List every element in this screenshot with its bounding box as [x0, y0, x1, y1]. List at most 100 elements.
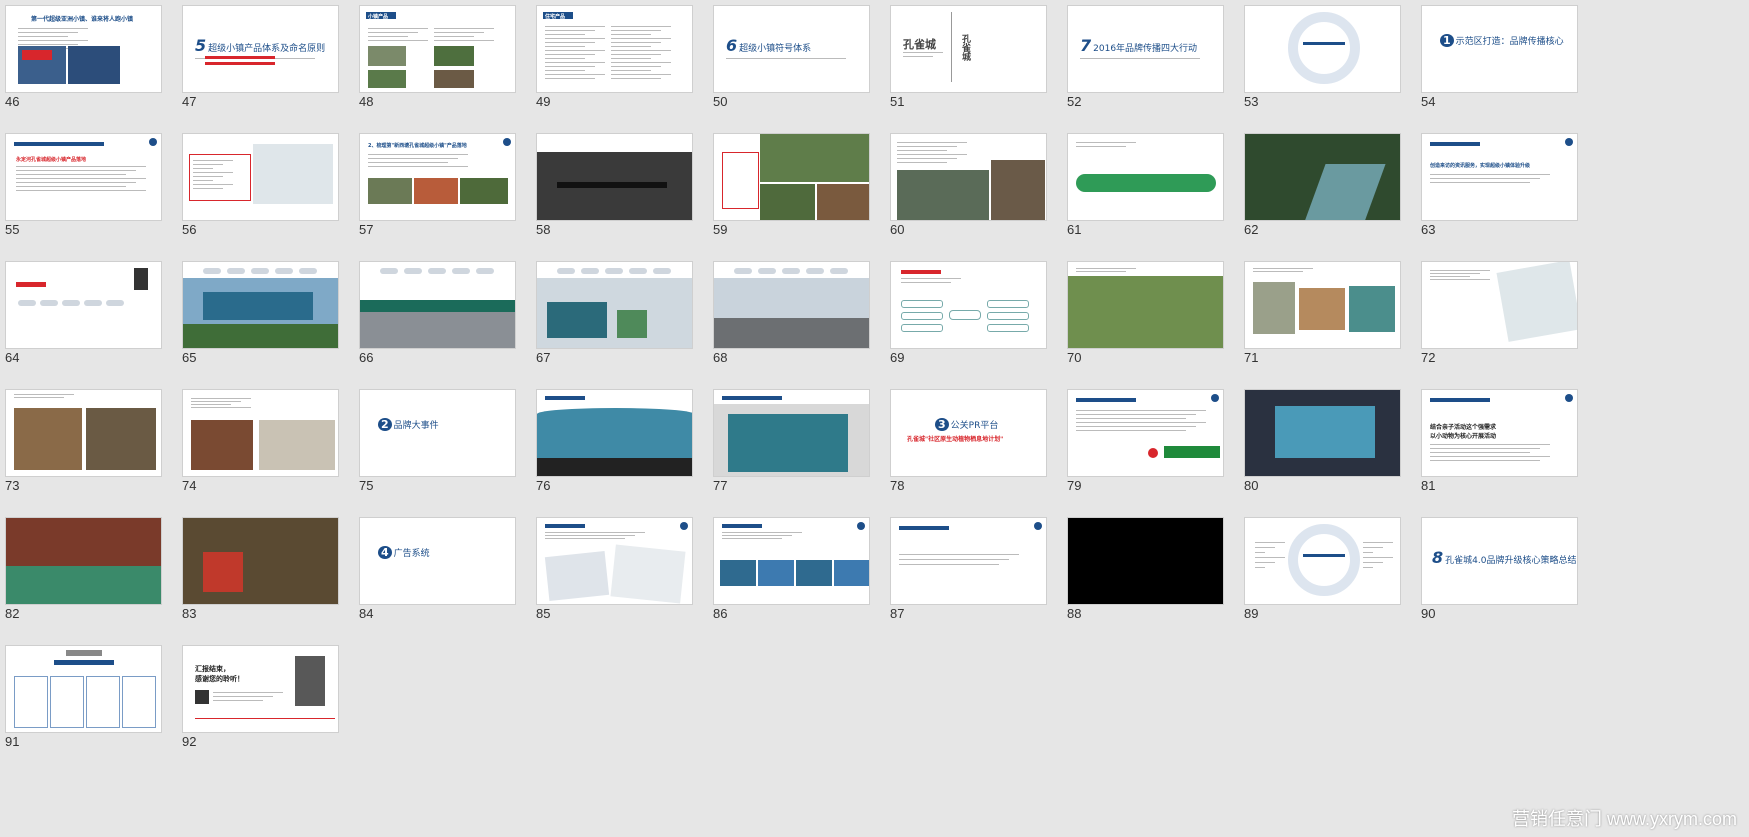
slide-cell[interactable]: 68: [708, 256, 873, 366]
slide-number: 89: [1244, 606, 1259, 621]
slide-thumbnail[interactable]: 6 超级小镇符号体系: [713, 5, 870, 93]
slide-thumbnail[interactable]: [1244, 517, 1401, 605]
slide-cell[interactable]: 58: [531, 128, 696, 238]
slide-cell[interactable]: 永定河孔雀城超级小镇产品落地 55: [0, 128, 165, 238]
slide-thumbnail[interactable]: [890, 261, 1047, 349]
slide-thumbnail[interactable]: [359, 261, 516, 349]
slide-thumbnail[interactable]: 第一代超级亚洲小镇、谁来将人跑小镇: [5, 5, 162, 93]
slide-cell[interactable]: 86: [708, 512, 873, 622]
slide-thumbnail[interactable]: [890, 133, 1047, 221]
slide-cell[interactable]: 80: [1239, 384, 1404, 494]
slide-cell[interactable]: 82: [0, 512, 165, 622]
slide-thumbnail[interactable]: [890, 517, 1047, 605]
slide-cell[interactable]: 汇报结束， 感谢您的聆听！ 92: [177, 640, 342, 750]
slide-thumbnail[interactable]: 创造来访的资讯服务，实现超级小镇体验升级: [1421, 133, 1578, 221]
slide-cell[interactable]: 61: [1062, 128, 1227, 238]
slide-thumbnail[interactable]: 汇报结束， 感谢您的聆听！: [182, 645, 339, 733]
slide-cell[interactable]: 91: [0, 640, 165, 750]
slide-thumbnail[interactable]: [1244, 133, 1401, 221]
slide-thumbnail[interactable]: [5, 261, 162, 349]
slide-thumbnail[interactable]: 8 孔雀城4.0品牌升级核心策略总结: [1421, 517, 1578, 605]
slide-cell[interactable]: 62: [1239, 128, 1404, 238]
slide-thumbnail[interactable]: [536, 133, 693, 221]
text-line: [545, 62, 605, 63]
slide-cell[interactable]: 88: [1062, 512, 1227, 622]
slide-cell[interactable]: 住宅产品 49: [531, 0, 696, 110]
slide-cell[interactable]: 6 超级小镇符号体系 50: [708, 0, 873, 110]
slide-cell[interactable]: 70: [1062, 256, 1227, 366]
slide-cell[interactable]: 71: [1239, 256, 1404, 366]
slide-cell[interactable]: 67: [531, 256, 696, 366]
slide-thumbnail[interactable]: 7 2016年品牌传播四大行动: [1067, 5, 1224, 93]
slide-thumbnail[interactable]: 结合亲子活动这个强需求 以小动物为核心开展活动: [1421, 389, 1578, 477]
slide-thumbnail[interactable]: [182, 261, 339, 349]
slide-thumbnail[interactable]: 2 品牌大事件: [359, 389, 516, 477]
slide-thumbnail[interactable]: [713, 261, 870, 349]
slide-thumbnail[interactable]: 3 公关PR平台 孔雀城"社区原生动植物栖息地计划": [890, 389, 1047, 477]
slide-cell[interactable]: 4 广告系统 84: [354, 512, 519, 622]
slide-cell[interactable]: 66: [354, 256, 519, 366]
slide-thumbnail[interactable]: [1067, 133, 1224, 221]
slide-cell[interactable]: 第一代超级亚洲小镇、谁来将人跑小镇 46: [0, 0, 165, 110]
slide-cell[interactable]: 76: [531, 384, 696, 494]
slide-cell[interactable]: 85: [531, 512, 696, 622]
slide-thumbnail[interactable]: [182, 517, 339, 605]
slide-cell[interactable]: 77: [708, 384, 873, 494]
crowd: [6, 566, 161, 604]
slide-cell[interactable]: 72: [1416, 256, 1581, 366]
slide-thumbnail[interactable]: [5, 517, 162, 605]
slide-cell[interactable]: 89: [1239, 512, 1404, 622]
text-line: [722, 538, 782, 539]
slide-thumbnail[interactable]: 孔雀城 孔雀城: [890, 5, 1047, 93]
slide-cell[interactable]: 3 公关PR平台 孔雀城"社区原生动植物栖息地计划" 78: [885, 384, 1050, 494]
slide-cell[interactable]: 53: [1239, 0, 1404, 110]
slide-thumbnail[interactable]: [1421, 261, 1578, 349]
slide-cell[interactable]: 7 2016年品牌传播四大行动 52: [1062, 0, 1227, 110]
slide-cell[interactable]: 创造来访的资讯服务，实现超级小镇体验升级 63: [1416, 128, 1581, 238]
slide-thumbnail[interactable]: [536, 389, 693, 477]
slide-cell[interactable]: 小镇产品 48: [354, 0, 519, 110]
slide-cell[interactable]: 8 孔雀城4.0品牌升级核心策略总结 90: [1416, 512, 1581, 622]
slide-thumbnail[interactable]: 4 广告系统: [359, 517, 516, 605]
slide-thumbnail[interactable]: 小镇产品: [359, 5, 516, 93]
slide-cell[interactable]: 87: [885, 512, 1050, 622]
slide-thumbnail[interactable]: [536, 517, 693, 605]
slide-cell[interactable]: 79: [1062, 384, 1227, 494]
slide-cell[interactable]: 73: [0, 384, 165, 494]
slide-cell[interactable]: 56: [177, 128, 342, 238]
banner-red-text: [22, 50, 52, 60]
slide-thumbnail[interactable]: [182, 389, 339, 477]
slide-thumbnail[interactable]: [182, 133, 339, 221]
slide-thumbnail[interactable]: [1244, 261, 1401, 349]
slide-cell[interactable]: 74: [177, 384, 342, 494]
slide-cell[interactable]: 孔雀城 孔雀城 51: [885, 0, 1050, 110]
slide-thumbnail[interactable]: 住宅产品: [536, 5, 693, 93]
slide-thumbnail[interactable]: [1244, 5, 1401, 93]
slide-thumbnail[interactable]: [1067, 517, 1224, 605]
slide-thumbnail[interactable]: 永定河孔雀城超级小镇产品落地: [5, 133, 162, 221]
slide-thumbnail[interactable]: 1 示范区打造：品牌传播核心: [1421, 5, 1578, 93]
slide-cell[interactable]: 60: [885, 128, 1050, 238]
slide-thumbnail[interactable]: 2、梳理第"新西塘孔雀城超级小镇"产品落地: [359, 133, 516, 221]
slide-cell[interactable]: 1 示范区打造：品牌传播核心 54: [1416, 0, 1581, 110]
slide-thumbnail[interactable]: [5, 645, 162, 733]
slide-cell[interactable]: 65: [177, 256, 342, 366]
slide-thumbnail[interactable]: [1067, 261, 1224, 349]
slide-cell[interactable]: 2、梳理第"新西塘孔雀城超级小镇"产品落地 57: [354, 128, 519, 238]
slide-cell[interactable]: 2 品牌大事件 75: [354, 384, 519, 494]
slide-thumbnail[interactable]: [713, 517, 870, 605]
slide-cell[interactable]: 69: [885, 256, 1050, 366]
slide-cell[interactable]: 64: [0, 256, 165, 366]
slide-number: 85: [536, 606, 551, 621]
slide-cell[interactable]: 5 超级小镇产品体系及命名原则 47: [177, 0, 342, 110]
slide-thumbnail[interactable]: [1067, 389, 1224, 477]
slide-thumbnail[interactable]: [713, 389, 870, 477]
slide-thumbnail[interactable]: [5, 389, 162, 477]
slide-thumbnail[interactable]: [1244, 389, 1401, 477]
slide-cell[interactable]: 83: [177, 512, 342, 622]
slide-cell[interactable]: 59: [708, 128, 873, 238]
slide-thumbnail[interactable]: 5 超级小镇产品体系及命名原则: [182, 5, 339, 93]
slide-cell[interactable]: 结合亲子活动这个强需求 以小动物为核心开展活动 81: [1416, 384, 1581, 494]
slide-thumbnail[interactable]: [713, 133, 870, 221]
slide-thumbnail[interactable]: [536, 261, 693, 349]
